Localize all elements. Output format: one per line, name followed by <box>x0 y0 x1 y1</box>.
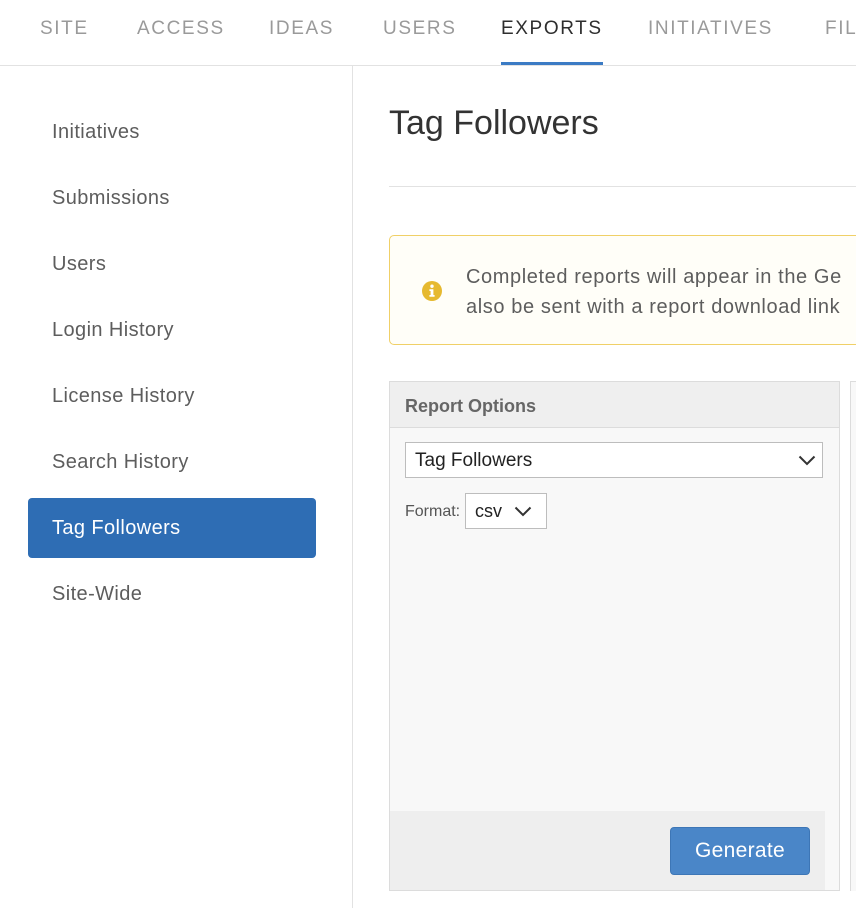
sidebar-item-search-history[interactable]: Search History <box>28 432 316 492</box>
sidebar-item-tag-followers[interactable]: Tag Followers <box>28 498 316 558</box>
tab-users[interactable]: USERS <box>383 0 456 65</box>
format-value: csv <box>475 501 502 521</box>
sidebar-item-login-history[interactable]: Login History <box>28 300 316 360</box>
generate-button[interactable]: Generate <box>670 827 810 875</box>
sidebar-item-site-wide[interactable]: Site-Wide <box>28 564 316 624</box>
report-options-footer: Generate <box>390 811 825 890</box>
adjacent-panel-edge <box>850 381 856 891</box>
notice-line-1: Completed reports will appear in the Ge <box>466 266 842 288</box>
notice-message: Completed reports will appear in the Ge … <box>466 262 842 322</box>
tab-initiatives[interactable]: INITIATIVES <box>648 0 773 65</box>
tab-access[interactable]: ACCESS <box>137 0 225 65</box>
title-divider <box>389 186 856 187</box>
sidebar-item-license-history[interactable]: License History <box>28 366 316 426</box>
page-title: Tag Followers <box>389 104 599 142</box>
tab-exports[interactable]: EXPORTS <box>501 0 603 65</box>
exports-sidebar: Initiatives Submissions Users Login Hist… <box>0 66 353 908</box>
chevron-down-icon <box>798 455 816 466</box>
tab-files[interactable]: FIL <box>825 0 856 65</box>
info-circle-icon <box>422 281 442 301</box>
format-select[interactable]: csv <box>465 493 547 529</box>
report-type-select[interactable]: Tag Followers <box>405 442 823 478</box>
sidebar-item-users[interactable]: Users <box>28 234 316 294</box>
notice-line-2: also be sent with a report download link <box>466 296 841 318</box>
top-tab-bar: SITE ACCESS IDEAS USERS EXPORTS INITIATI… <box>0 0 856 66</box>
info-notice: Completed reports will appear in the Ge … <box>389 235 856 345</box>
sidebar-item-initiatives[interactable]: Initiatives <box>28 102 316 162</box>
report-options-panel: Report Options Tag Followers Format: csv… <box>389 381 840 891</box>
sidebar-item-submissions[interactable]: Submissions <box>28 168 316 228</box>
chevron-down-icon <box>514 506 532 517</box>
tab-ideas[interactable]: IDEAS <box>269 0 334 65</box>
report-options-header: Report Options <box>390 382 839 428</box>
format-label: Format: <box>405 503 461 520</box>
tab-site[interactable]: SITE <box>40 0 89 65</box>
report-type-value: Tag Followers <box>415 450 533 471</box>
